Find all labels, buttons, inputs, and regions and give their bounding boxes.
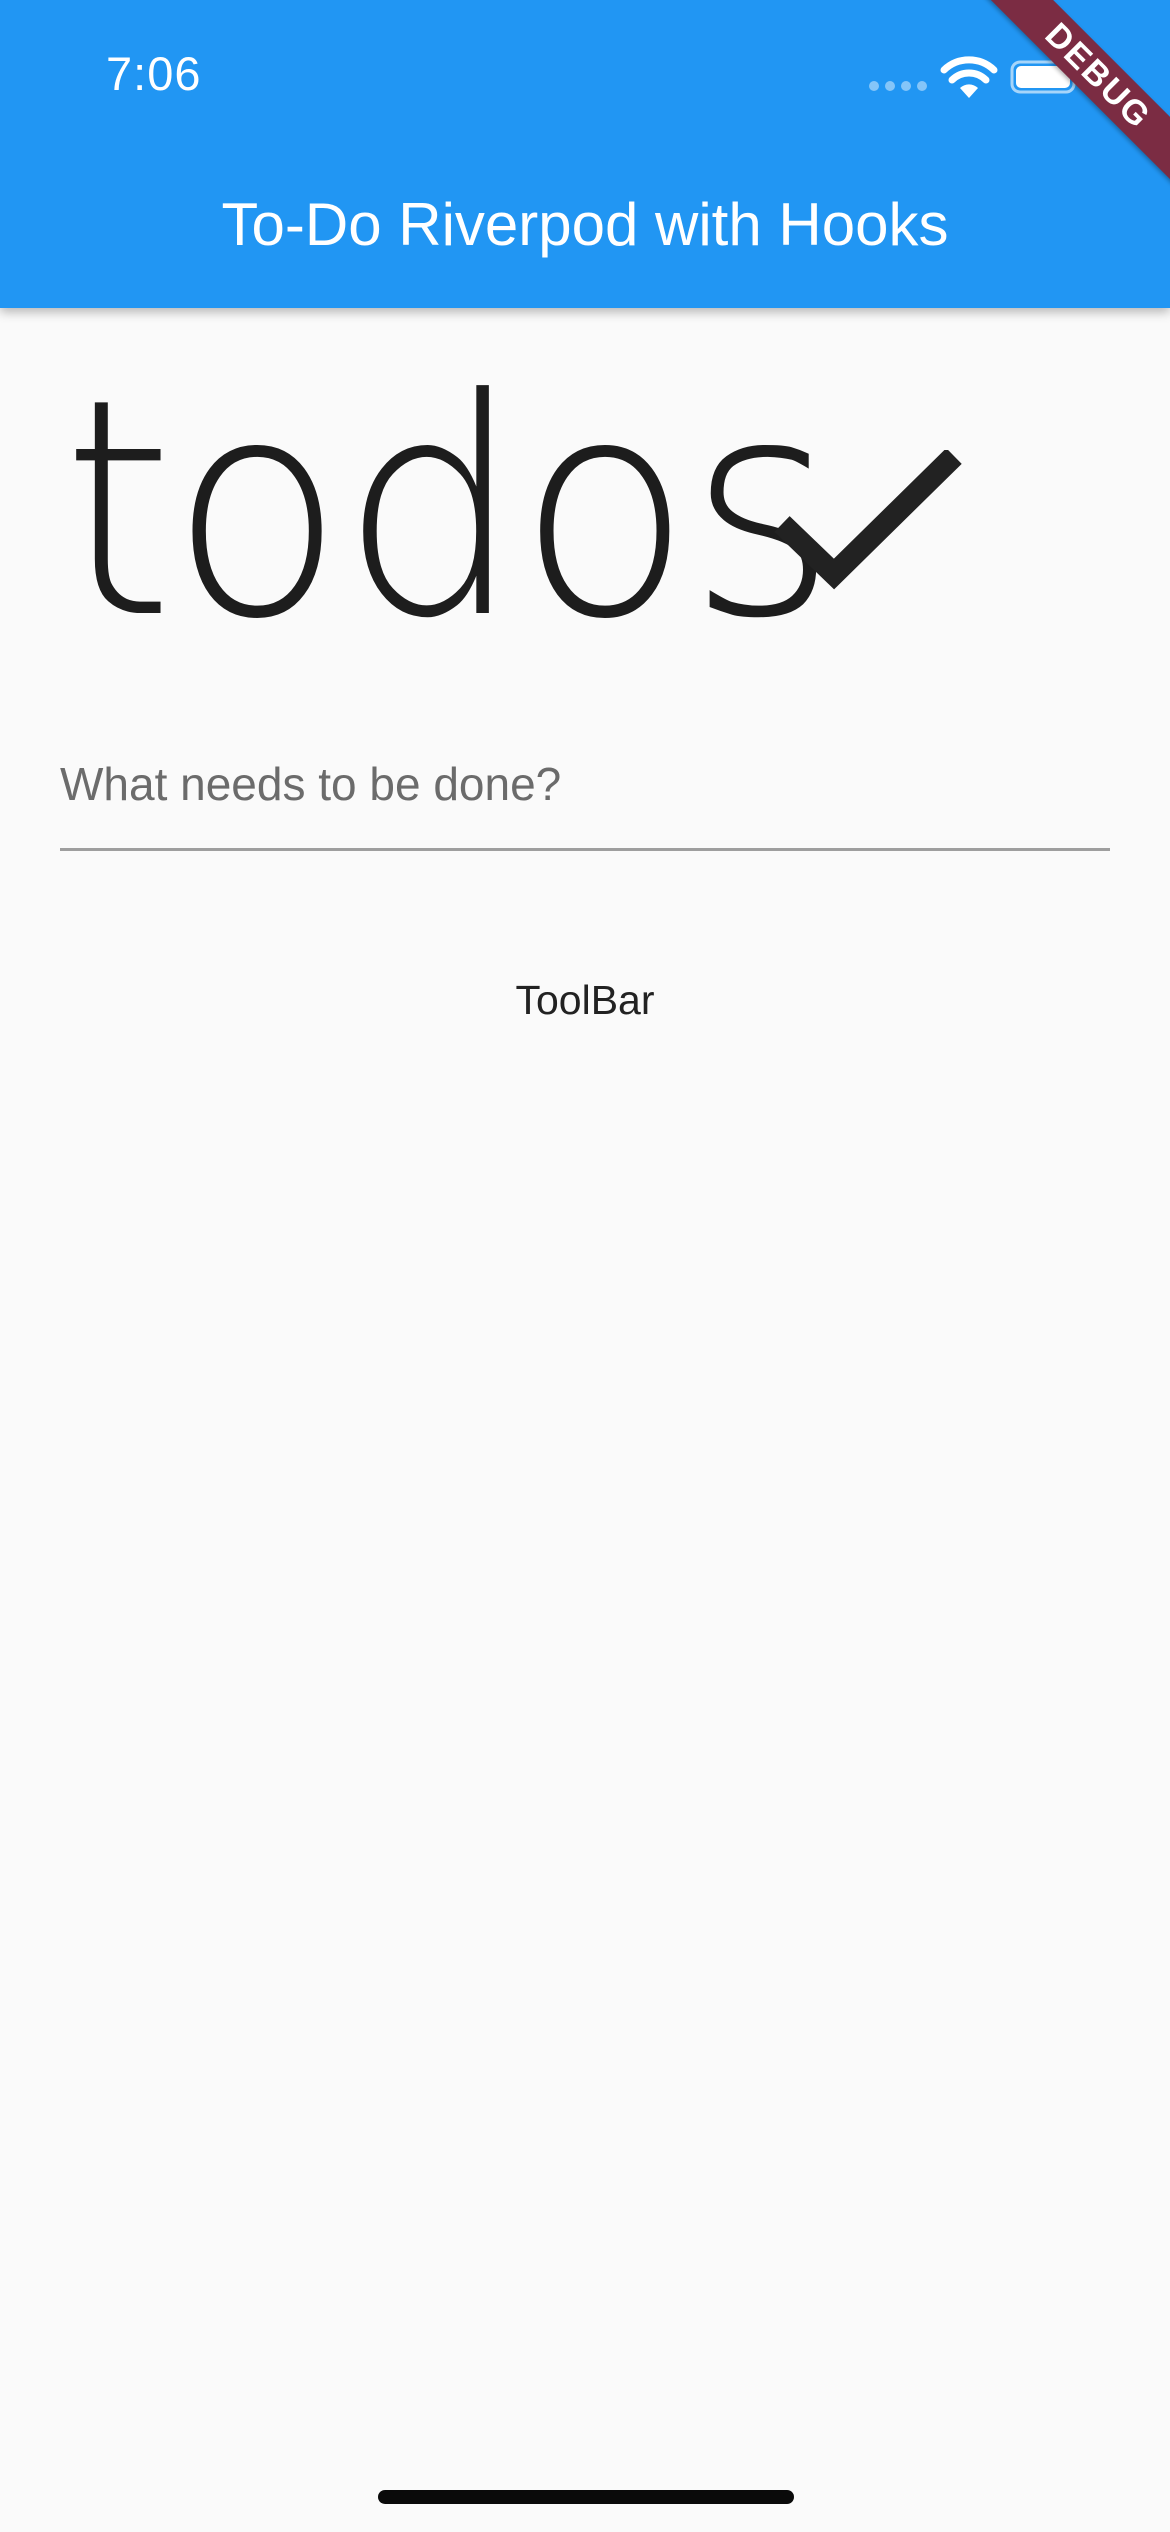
cellular-signal-icon	[869, 81, 927, 91]
status-icons	[868, 52, 1108, 102]
app-bar-title: To-Do Riverpod with Hooks	[221, 191, 949, 258]
app-bar: 7:06 To-Do Riverpod with Hooks	[0, 0, 1170, 308]
check-icon	[774, 450, 962, 590]
new-todo-field[interactable]	[60, 720, 1110, 854]
home-indicator[interactable]	[378, 2490, 794, 2504]
wifi-icon	[940, 56, 998, 98]
status-time: 7:06	[106, 47, 202, 100]
new-todo-input[interactable]	[60, 720, 1110, 851]
toolbar: ToolBar	[515, 977, 655, 1023]
battery-icon	[1010, 60, 1080, 94]
logo-text: todos	[62, 335, 837, 684]
todos-logo: todos	[62, 335, 1062, 684]
